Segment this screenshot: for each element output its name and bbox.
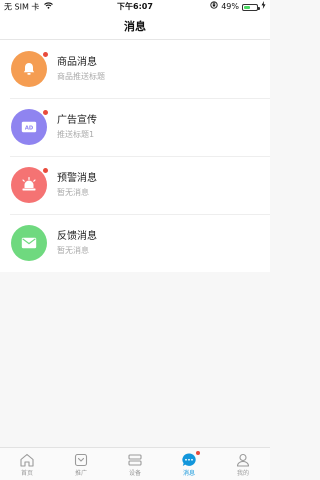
tab-promo[interactable]: 推广 [54,448,108,480]
status-bar: 无 SIM 卡 下午6:07 49% [0,0,270,14]
unread-dot [43,52,48,57]
device-icon [127,452,143,468]
nav-bar: 消息 [0,14,270,40]
user-icon [235,452,251,468]
feedback-avatar [11,225,47,261]
tab-label: 推广 [74,470,87,477]
unread-dot [43,110,48,115]
tab-label: 我的 [236,470,249,477]
tab-label: 消息 [182,470,195,477]
tab-mine[interactable]: 我的 [216,448,270,480]
svg-text:AD: AD [25,125,34,131]
battery-percent: 49% [221,2,239,11]
message-title: 商品消息 [57,56,97,68]
ads-avatar: AD [11,109,48,145]
tab-home[interactable]: 首页 [0,448,54,480]
alarm-icon [20,177,38,193]
page-title: 消息 [124,20,146,33]
tab-label: 设备 [128,470,141,477]
message-item-goods[interactable]: 商品消息 商品推送标题 [0,40,270,98]
message-texts: 反馈消息 暂无消息 [57,230,97,257]
message-title: 广告宣传 [57,114,97,126]
rotation-lock-icon [210,0,218,14]
tab-bar: 首页 推广 设备 消息 我的 [0,447,270,480]
message-item-feedback[interactable]: 反馈消息 暂无消息 [0,214,270,272]
message-icon [181,451,200,468]
tab-badge-dot [196,451,200,455]
message-subtitle: 暂无消息 [57,245,89,255]
goods-avatar [11,51,48,87]
ad-icon: AD [21,121,37,133]
status-right: 49% [210,0,266,14]
mail-icon [21,237,37,249]
unread-dot [43,168,48,173]
tab-label: 首页 [20,470,33,477]
message-subtitle: 商品推送标题 [57,71,105,81]
promo-icon [73,452,89,468]
message-title: 反馈消息 [57,230,97,242]
bell-icon [21,61,37,77]
battery-fill [244,5,250,9]
home-icon [19,452,35,468]
message-title: 预警消息 [57,172,97,184]
message-item-alert[interactable]: 预警消息 暂无消息 [0,156,270,214]
message-subtitle: 暂无消息 [57,187,89,197]
charging-icon [261,0,266,14]
message-texts: 广告宣传 推送标题1 [57,114,97,141]
battery-icon [242,3,260,11]
message-item-ads[interactable]: AD 广告宣传 推送标题1 [0,98,270,156]
message-texts: 预警消息 暂无消息 [57,172,97,199]
alert-avatar [11,167,48,203]
tab-device[interactable]: 设备 [108,448,162,480]
message-texts: 商品消息 商品推送标题 [57,56,105,83]
message-list: 商品消息 商品推送标题 AD 广告宣传 推送标题1 预警消息 暂无消息 反馈消息… [0,40,270,272]
tab-message[interactable]: 消息 [162,448,216,480]
message-subtitle: 推送标题1 [57,129,95,139]
